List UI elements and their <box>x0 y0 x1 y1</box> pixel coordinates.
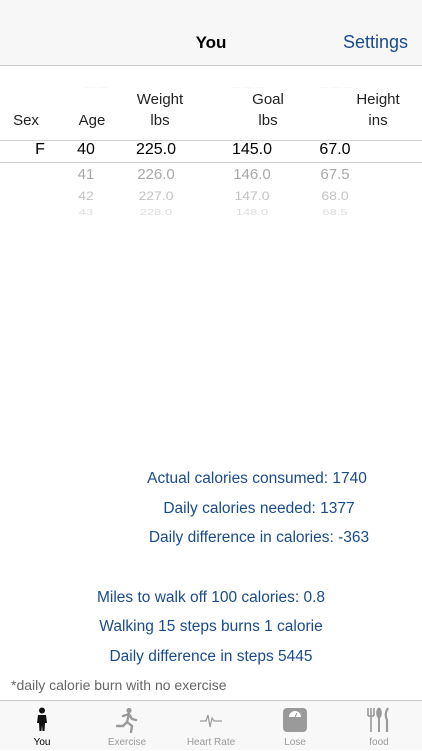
header-sex: Sex <box>13 112 39 129</box>
runner-icon <box>85 707 169 733</box>
selected-sex[interactable]: F <box>26 141 54 159</box>
tab-label: food <box>369 737 389 748</box>
utensils-icon <box>337 707 421 733</box>
picker-option-height[interactable]: 68.5 <box>312 208 358 217</box>
tab-bar: You Exercise Heart Rate Lose food <box>0 700 422 750</box>
header-goal-unit: lbs <box>258 112 278 129</box>
header-height-unit: ins <box>368 112 388 129</box>
picker-option-age[interactable]: 42 <box>66 189 106 203</box>
calorie-difference-text: Daily difference in calories: -363 <box>148 529 370 546</box>
header-height: Height ins <box>348 89 408 131</box>
header-weight: Weight lbs <box>128 89 192 131</box>
picker-option-age[interactable]: 41 <box>66 166 106 183</box>
tab-label: Lose <box>284 737 306 748</box>
tab-you[interactable]: You <box>0 701 84 751</box>
selected-weight[interactable]: 225.0 <box>128 141 184 159</box>
header-height-title: Height <box>356 91 400 108</box>
selected-goal[interactable]: 145.0 <box>224 141 280 159</box>
tab-heart-rate[interactable]: Heart Rate <box>169 701 253 751</box>
header-weight-title: Weight <box>136 91 184 108</box>
actual-calories-text: Actual calories consumed: 1740 <box>147 470 367 487</box>
settings-button[interactable]: Settings <box>343 32 408 53</box>
miles-to-walk-text: Miles to walk off 100 calories: 0.8 <box>96 589 326 606</box>
steps-per-calorie-text: Walking 15 steps burns 1 calorie <box>99 618 323 635</box>
footnote: *daily calorie burn with no exercise <box>11 677 227 693</box>
picker-option-weight[interactable]: 226.0 <box>128 166 184 183</box>
tab-label: Heart Rate <box>186 737 236 748</box>
picker-option-goal[interactable]: 146.0 <box>224 166 280 183</box>
picker-option-height[interactable]: 67.5 <box>312 166 358 183</box>
header-weight-unit: lbs <box>150 112 170 129</box>
picker-option-goal[interactable]: 147.0 <box>224 189 280 203</box>
steps-difference-text: Daily difference in steps 5445 <box>109 648 313 665</box>
tab-lose[interactable]: Lose <box>253 701 337 751</box>
header-goal: Goal lbs <box>238 89 298 131</box>
picker-ghost-row: — — <box>85 85 108 90</box>
picker-option-weight[interactable]: 228.0 <box>128 208 184 217</box>
tab-label: Exercise <box>107 737 147 748</box>
scale-icon <box>253 707 337 733</box>
tab-exercise[interactable]: Exercise <box>85 701 169 751</box>
selected-height[interactable]: 67.0 <box>312 141 358 159</box>
header-goal-title: Goal <box>252 91 284 108</box>
picker-option-age[interactable]: 43 <box>66 208 106 217</box>
picker-option-weight[interactable]: 227.0 <box>128 189 184 203</box>
picker-selection-bottom-line <box>0 162 422 163</box>
tab-label: You <box>33 737 51 748</box>
calories-needed-text: Daily calories needed: 1377 <box>163 500 355 517</box>
heartbeat-icon <box>169 707 253 733</box>
tab-food[interactable]: food <box>337 701 421 751</box>
person-icon <box>0 707 84 733</box>
navigation-bar: You Settings <box>0 0 422 66</box>
picker-option-goal[interactable]: 148.0 <box>224 208 280 217</box>
picker-selection-top-line <box>0 140 422 141</box>
picker-option-height[interactable]: 68.0 <box>312 189 358 203</box>
header-age: Age <box>78 112 106 129</box>
selected-age[interactable]: 40 <box>66 141 106 159</box>
